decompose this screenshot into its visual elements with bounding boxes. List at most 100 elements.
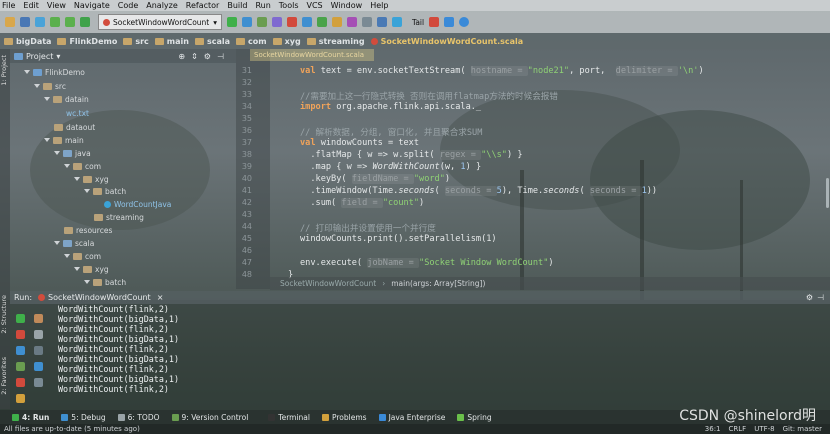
breadcrumb-item[interactable]: main — [154, 37, 189, 46]
structure-tool-tab[interactable]: 2: Structure — [0, 295, 10, 334]
tree-node-resources[interactable]: resources — [64, 224, 112, 236]
tree-node-src[interactable]: src — [34, 80, 66, 92]
sync-icon[interactable] — [35, 17, 45, 27]
menu-file[interactable]: File — [2, 1, 15, 10]
breadcrumb-item[interactable]: src — [123, 37, 149, 46]
tab-run[interactable]: 4: Run — [12, 413, 49, 422]
chevron-down-icon[interactable]: ▾ — [56, 52, 60, 61]
save-icon[interactable] — [20, 17, 30, 27]
tree-node-dataout[interactable]: dataout — [54, 121, 95, 133]
tree-node-datain[interactable]: datain — [44, 93, 89, 105]
print-icon[interactable] — [34, 362, 43, 371]
menu-navigate[interactable]: Navigate — [74, 1, 110, 10]
tree-node-java[interactable]: java — [54, 147, 91, 159]
menu-code[interactable]: Code — [118, 1, 138, 10]
favorites-tool-tab[interactable]: 2: Favorites — [0, 357, 10, 395]
gear-icon[interactable]: ⚙ — [204, 52, 211, 61]
revert-icon[interactable] — [347, 17, 357, 27]
editor-breadcrumb-object[interactable]: SocketWindowWordCount — [280, 279, 376, 288]
sdk-icon[interactable] — [392, 17, 402, 27]
tab-debug[interactable]: 5: Debug — [61, 413, 106, 422]
breadcrumb-file[interactable]: SocketWindowWordCount.scala — [370, 37, 523, 46]
breadcrumb-item[interactable]: com — [236, 37, 267, 46]
menu-analyze[interactable]: Analyze — [146, 1, 178, 10]
breadcrumb-item[interactable]: FlinkDemo — [57, 37, 117, 46]
tree-node-wc-txt[interactable]: wc.txt — [66, 107, 89, 119]
breadcrumb-item[interactable]: streaming — [306, 37, 365, 46]
tree-node-flinkdemo[interactable]: FlinkDemo — [24, 66, 85, 78]
tree-node-com[interactable]: com — [64, 160, 101, 172]
tab-java-enterprise[interactable]: Java Enterprise — [378, 413, 445, 422]
hide-icon[interactable]: ⊣ — [217, 52, 224, 61]
forward-icon[interactable] — [65, 17, 75, 27]
stop-icon[interactable] — [16, 330, 25, 339]
soft-wrap-icon[interactable] — [34, 330, 43, 339]
tree-node-scala[interactable]: scala — [54, 237, 94, 249]
history-icon[interactable] — [332, 17, 342, 27]
structure-icon[interactable] — [377, 17, 387, 27]
tab-spring[interactable]: Spring — [457, 413, 492, 422]
scroll-to-end-icon[interactable] — [34, 346, 43, 355]
tree-node-wordcountjava[interactable]: WordCountJava — [104, 198, 171, 210]
tree-node-main[interactable]: main — [44, 134, 84, 146]
gear-icon[interactable]: ⚙ — [806, 293, 813, 302]
clear-all-icon[interactable] — [34, 378, 43, 387]
breadcrumb-item[interactable]: xyg — [272, 37, 301, 46]
project-tool-tab[interactable]: 1: Project — [0, 55, 10, 86]
stop-icon[interactable] — [287, 17, 297, 27]
menu-vcs[interactable]: VCS — [307, 1, 323, 10]
tree-node-xyg[interactable]: xyg — [74, 263, 109, 275]
coverage-icon[interactable] — [257, 17, 267, 27]
console-output[interactable]: WordWithCount(flink,2) WordWithCount(big… — [58, 304, 758, 408]
tree-node-com[interactable]: com — [64, 250, 101, 262]
run-config-select[interactable]: SocketWindowWordCount ▾ — [98, 14, 222, 30]
caret-position[interactable]: 36:1 — [705, 425, 721, 433]
tree-node-streaming[interactable]: streaming — [94, 211, 144, 223]
hide-icon[interactable]: ⊣ — [817, 293, 824, 302]
settings-icon[interactable] — [362, 17, 372, 27]
menu-window[interactable]: Window — [331, 1, 363, 10]
editor-breadcrumb-method[interactable]: main(args: Array[String]) — [391, 279, 485, 288]
profile-icon[interactable] — [272, 17, 282, 27]
exit-icon[interactable] — [16, 378, 25, 387]
vcs-branch[interactable]: Git: master — [783, 425, 822, 433]
tree-node-xyg[interactable]: xyg — [74, 173, 109, 185]
project-panel-title[interactable]: Project — [26, 52, 53, 61]
pin-icon[interactable] — [16, 394, 25, 403]
breadcrumb-item[interactable]: bigData — [4, 37, 51, 46]
vcs-commit-icon[interactable] — [317, 17, 327, 27]
tab-problems[interactable]: Problems — [321, 413, 367, 422]
menu-build[interactable]: Build — [227, 1, 247, 10]
run-panel-config-tab[interactable]: SocketWindowWordCount — [48, 293, 151, 302]
menu-help[interactable]: Help — [370, 1, 388, 10]
sync-icon[interactable]: ⊕ — [178, 52, 185, 61]
plugin-icon[interactable] — [444, 17, 455, 27]
collapse-icon[interactable]: ⇕ — [191, 52, 198, 61]
tab-terminal[interactable]: Terminal — [268, 413, 310, 422]
dump-threads-icon[interactable] — [16, 362, 25, 371]
rerun-icon[interactable] — [16, 314, 25, 323]
menu-refactor[interactable]: Refactor — [186, 1, 220, 10]
build-icon[interactable] — [80, 17, 90, 27]
menu-tools[interactable]: Tools — [279, 1, 299, 10]
back-icon[interactable] — [50, 17, 60, 27]
tail-button[interactable]: Tail — [412, 18, 424, 27]
debug-icon[interactable] — [242, 17, 252, 27]
tree-node-batch[interactable]: batch — [84, 185, 126, 197]
vcs-update-icon[interactable] — [302, 17, 312, 27]
breadcrumb-item[interactable]: scala — [194, 37, 230, 46]
record-icon[interactable] — [429, 17, 440, 27]
pause-icon[interactable] — [16, 346, 25, 355]
file-encoding[interactable]: UTF-8 — [754, 425, 774, 433]
line-separator[interactable]: CRLF — [729, 425, 747, 433]
run-icon[interactable] — [227, 17, 237, 27]
menu-edit[interactable]: Edit — [23, 1, 39, 10]
close-icon[interactable]: × — [157, 293, 164, 302]
edit-config-icon[interactable] — [34, 314, 43, 323]
menu-run[interactable]: Run — [255, 1, 270, 10]
tree-node-batch[interactable]: batch — [84, 276, 126, 288]
tab-todo[interactable]: 6: TODO — [117, 413, 160, 422]
tab-version-control[interactable]: 9: Version Control — [171, 413, 248, 422]
editor-scrollbar[interactable] — [826, 178, 829, 208]
menu-view[interactable]: View — [47, 1, 66, 10]
